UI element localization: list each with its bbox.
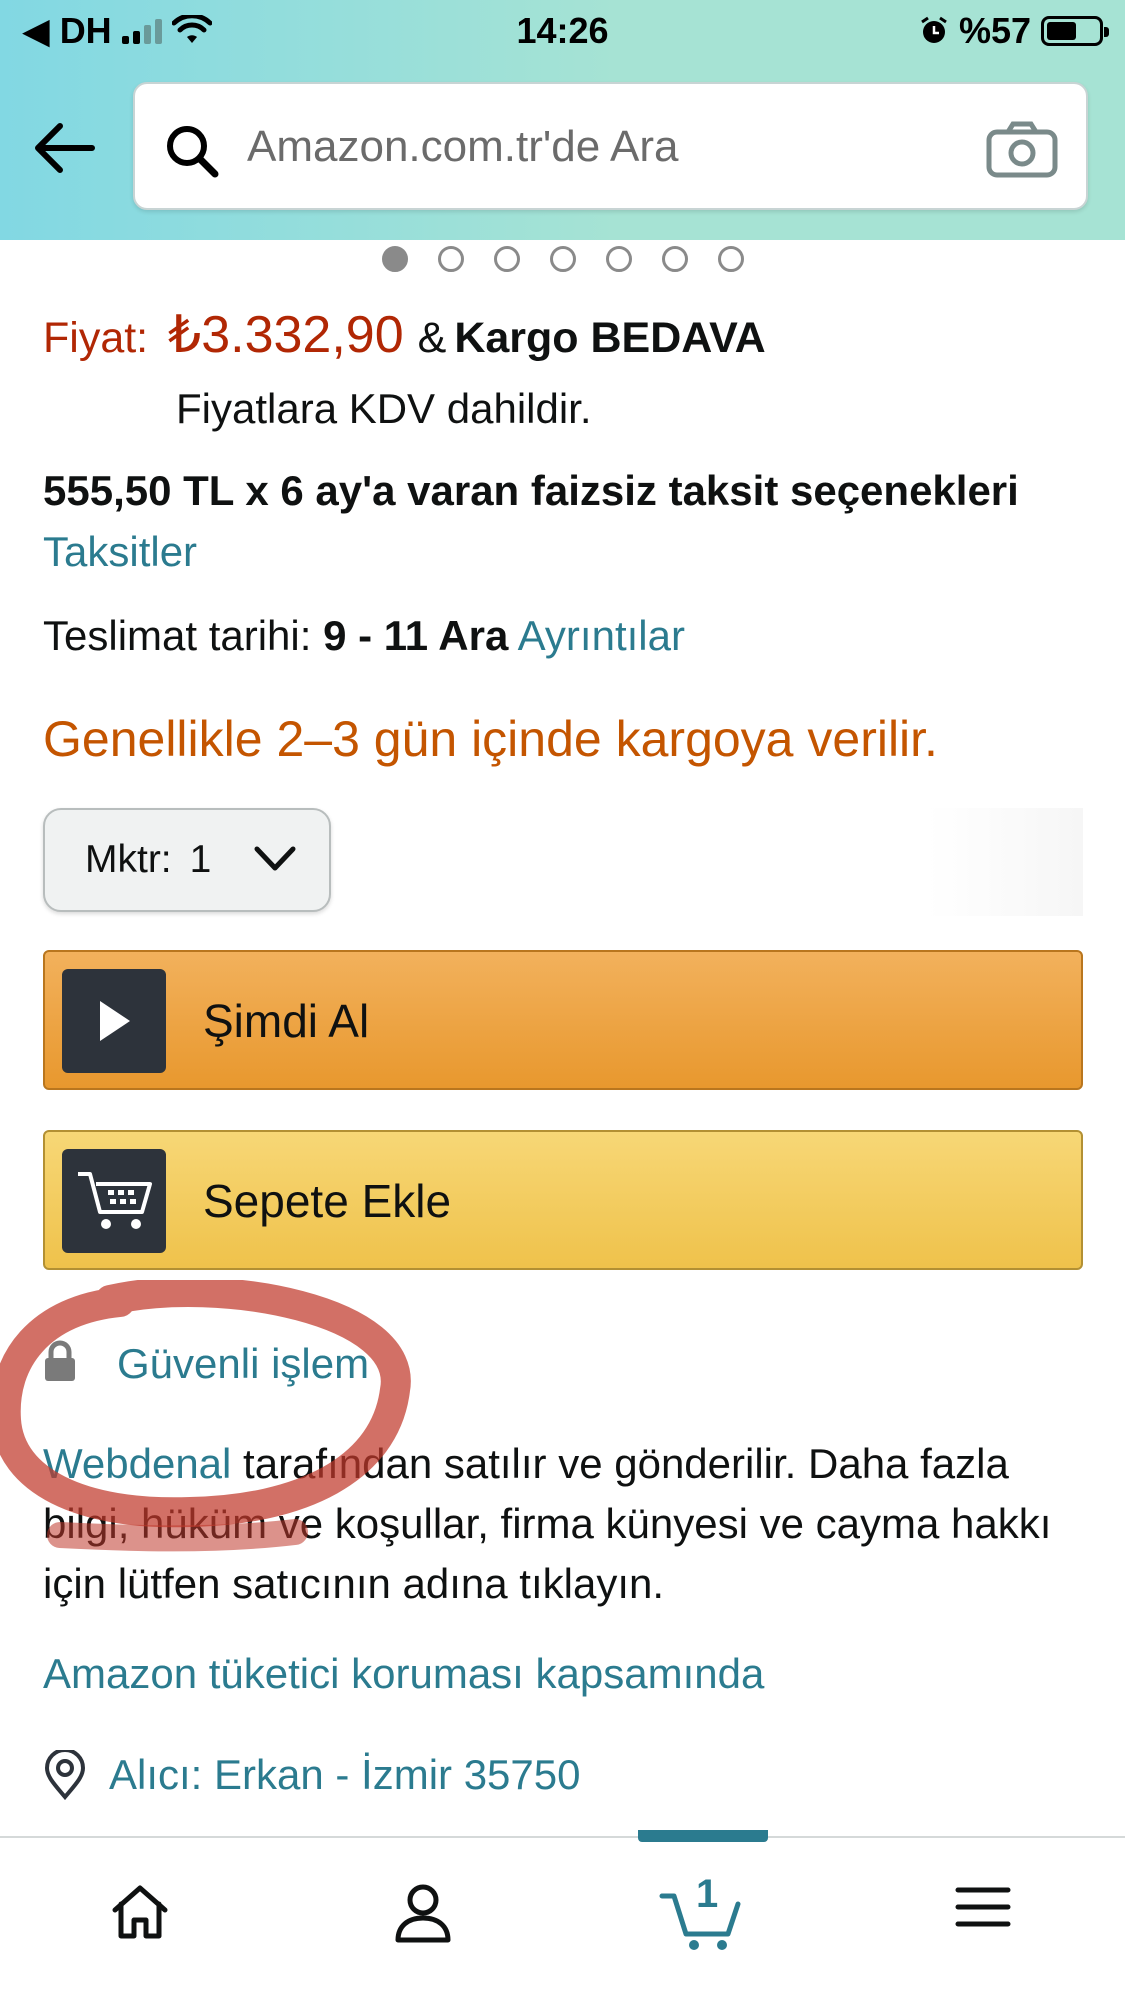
home-icon — [112, 1885, 168, 1939]
back-arrow-icon[interactable] — [30, 118, 100, 178]
status-bar: ◀ DH 14:26 %57 — [0, 0, 1125, 62]
play-icon — [62, 969, 166, 1073]
quantity-area: Mktr: 1 — [43, 808, 1083, 916]
camera-icon[interactable] — [986, 120, 1058, 178]
active-tab-indicator — [638, 1830, 768, 1842]
nav-home[interactable] — [85, 1882, 195, 1982]
seller-name-link[interactable]: Webdenal — [43, 1440, 231, 1487]
chevron-down-icon — [254, 846, 296, 871]
amp-separator: & — [417, 314, 447, 362]
carousel-dot[interactable] — [381, 246, 408, 272]
cart-count-badge: 1 — [696, 1872, 719, 1916]
account-icon — [395, 1884, 451, 1943]
carousel-dot[interactable] — [605, 246, 632, 272]
seller-info: Webdenal tarafından satılır ve gönderili… — [43, 1434, 1083, 1614]
image-carousel-dots[interactable] — [0, 246, 1125, 272]
alarm-icon — [921, 16, 947, 43]
carousel-dot[interactable] — [437, 246, 464, 272]
add-to-cart-button[interactable]: Sepete Ekle — [43, 1130, 1083, 1270]
free-shipping-label: Kargo BEDAVA — [454, 314, 766, 362]
vat-note: Fiyatlara KDV dahildir. — [176, 385, 592, 432]
carousel-dot[interactable] — [661, 246, 688, 272]
address-label: Alıcı: Erkan - İzmir 35750 — [109, 1751, 581, 1798]
delivery-details-link[interactable]: Ayrıntılar — [518, 612, 685, 659]
price-value: ₺3.332,90 — [168, 306, 404, 364]
nav-account[interactable] — [368, 1882, 478, 1982]
battery-icon — [1041, 16, 1109, 46]
lock-icon — [45, 1340, 75, 1381]
delivery-dates: 9 - 11 Ara — [323, 612, 509, 659]
price-label: Fiyat: — [43, 314, 149, 362]
installment-text: 555,50 TL x 6 ay'a varan faizsiz taksit … — [43, 467, 1019, 514]
nav-menu[interactable] — [928, 1882, 1038, 1982]
availability-text: Genellikle 2–3 gün içinde kargoya verili… — [43, 711, 938, 767]
cart-icon — [62, 1149, 166, 1253]
carousel-dot[interactable] — [717, 246, 744, 272]
carousel-dot[interactable] — [549, 246, 576, 272]
battery-percent: %57 — [958, 10, 1031, 51]
menu-icon — [955, 1887, 1011, 1927]
delivery-address-link[interactable]: Alıcı: Erkan - İzmir 35750 — [43, 1750, 581, 1800]
buy-now-label: Şimdi Al — [203, 995, 370, 1047]
header: ◀ DH 14:26 %57 Amazon.com.tr'de Ara — [0, 0, 1125, 240]
delivery-row: Teslimat tarihi: 9 - 11 Ara Ayrıntılar — [43, 612, 685, 660]
quantity-value: 1 — [189, 838, 212, 881]
buy-now-button[interactable]: Şimdi Al — [43, 950, 1083, 1090]
secure-transaction-link[interactable]: Güvenli işlem — [43, 1340, 369, 1388]
location-pin-icon — [44, 1750, 86, 1800]
search-input[interactable]: Amazon.com.tr'de Ara — [133, 82, 1088, 210]
search-icon — [167, 126, 219, 178]
search-placeholder: Amazon.com.tr'de Ara — [247, 122, 679, 171]
installments-link[interactable]: Taksitler — [43, 528, 197, 576]
delivery-label: Teslimat tarihi: — [43, 612, 312, 659]
quantity-label: Mktr: — [85, 838, 172, 881]
status-right: %57 — [919, 10, 1109, 52]
carousel-dot[interactable] — [493, 246, 520, 272]
add-to-cart-label: Sepete Ekle — [203, 1175, 452, 1227]
consumer-protection-link[interactable]: Amazon tüketici koruması kapsamında — [43, 1650, 764, 1698]
quantity-dropdown[interactable]: Mktr: 1 — [43, 808, 331, 912]
secure-transaction-label: Güvenli işlem — [117, 1340, 370, 1387]
price-row: Fiyat: ₺3.332,90 & Kargo BEDAVA — [43, 305, 766, 365]
bottom-navigation: 1 — [0, 1830, 1125, 2001]
